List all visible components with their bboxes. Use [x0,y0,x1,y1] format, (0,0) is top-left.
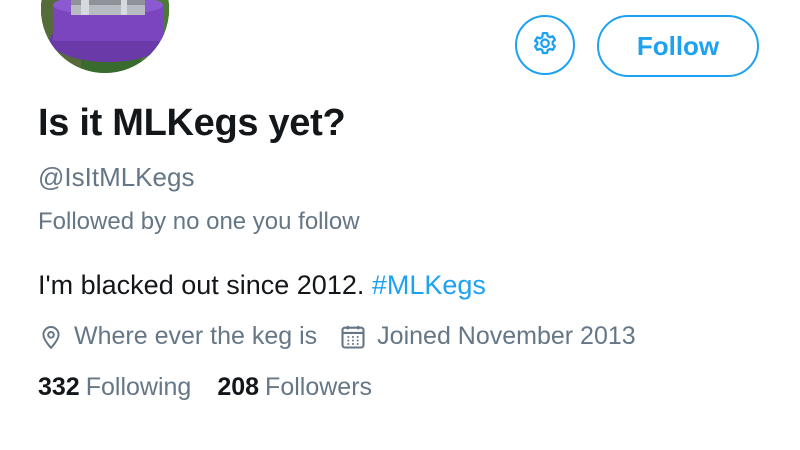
following-label: Following [85,373,192,401]
profile-stats: 332 Following 208 Followers [38,373,398,402]
bio: I'm blacked out since 2012. #MLKegs [38,270,486,301]
bio-text: I'm blacked out since 2012. [38,270,372,300]
followed-by-text: Followed by no one you follow [38,208,360,235]
joined-item: Joined November 2013 [339,322,636,351]
gear-icon [534,32,556,55]
bio-hashtag-link[interactable]: #MLKegs [372,270,486,300]
profile-meta: Where ever the keg is Joined November 20… [38,322,658,351]
followers-label: Followers [265,373,373,401]
calendar-icon [341,325,365,349]
location-item: Where ever the keg is [38,322,317,351]
user-handle: @IsItMLKegs [38,162,195,192]
followers-count: 208 [217,373,260,401]
location-text: Where ever the keg is [74,322,318,350]
following-stat-link[interactable]: 332 Following [38,373,191,402]
profile-header: Follow Is it MLKegs yet? @IsItMLKegs Fol… [0,0,800,450]
joined-text: Joined November 2013 [377,322,636,350]
settings-button[interactable] [515,15,575,75]
avatar-image [41,0,169,73]
followers-stat-link[interactable]: 208 Followers [217,373,372,402]
follow-button[interactable]: Follow [597,15,759,77]
following-count: 332 [38,373,80,401]
location-pin-icon [42,325,60,349]
display-name: Is it MLKegs yet? [38,102,346,144]
avatar[interactable] [38,0,172,76]
